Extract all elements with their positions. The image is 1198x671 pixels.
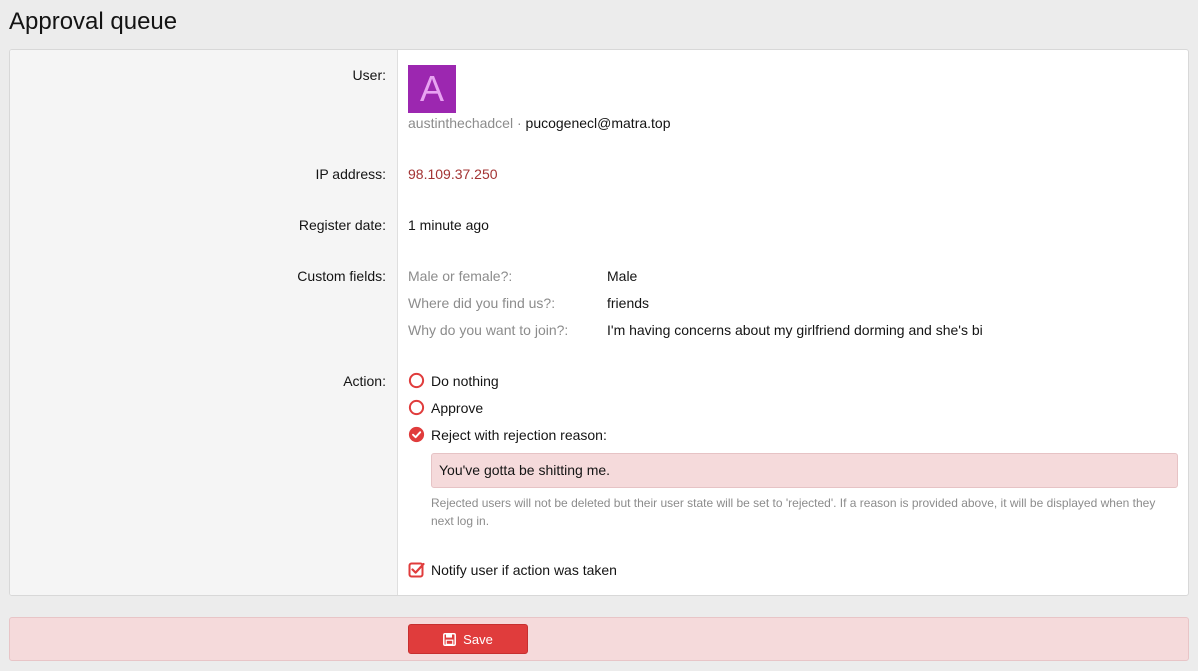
checkbox-checked-icon — [408, 562, 425, 578]
rejection-reason-input[interactable]: You've gotta be shitting me. — [431, 453, 1178, 488]
user-identity: austinthechadcel · pucogenecl@matra.top — [408, 115, 671, 131]
save-icon — [443, 632, 457, 646]
custom-fields-label: Custom fields: — [297, 268, 386, 284]
ip-address-link[interactable]: 98.109.37.250 — [408, 166, 498, 182]
label-column — [10, 50, 398, 595]
page-title: Approval queue — [9, 8, 178, 35]
user-label: User: — [352, 67, 386, 83]
radio-reject[interactable]: Reject with rejection reason: — [408, 426, 607, 443]
rejection-hint: Rejected users will not be deleted but t… — [431, 496, 1156, 528]
ip-label: IP address: — [315, 166, 386, 182]
custom-field-key: Why do you want to join?: — [408, 322, 569, 338]
username-link[interactable]: austinthechadcel — [408, 115, 513, 131]
radio-unchecked-icon — [408, 372, 425, 389]
action-label: Action: — [343, 373, 386, 389]
custom-field-key: Where did you find us?: — [408, 295, 556, 311]
custom-field-value: Male — [607, 268, 638, 284]
register-date-value: 1 minute ago — [408, 217, 489, 233]
custom-field-value: I'm having concerns about my girlfriend … — [607, 322, 983, 338]
save-label: Save — [463, 631, 493, 647]
custom-field-value: friends — [607, 295, 650, 311]
register-date-label: Register date: — [298, 217, 386, 233]
radio-do-nothing[interactable]: Do nothing — [408, 372, 499, 389]
radio-approve[interactable]: Approve — [408, 399, 483, 416]
separator: · — [516, 115, 522, 131]
form-footer: Save — [9, 617, 1189, 661]
radio-label: Reject with rejection reason: — [431, 426, 607, 443]
radio-label: Approve — [431, 399, 484, 416]
approval-panel: User: A austinthechadcel · pucogenecl@ma… — [9, 49, 1189, 596]
notify-label: Notify user if action was taken — [431, 561, 617, 578]
save-button[interactable]: Save — [408, 624, 528, 654]
avatar-letter: A — [419, 68, 444, 109]
radio-label: Do nothing — [431, 372, 499, 389]
notify-checkbox[interactable]: Notify user if action was taken — [408, 561, 617, 578]
avatar[interactable]: A — [408, 65, 456, 113]
custom-field-key: Male or female?: — [408, 268, 513, 284]
radio-unchecked-icon — [408, 399, 425, 416]
radio-checked-icon — [408, 426, 425, 443]
user-email: pucogenecl@matra.top — [525, 115, 671, 131]
